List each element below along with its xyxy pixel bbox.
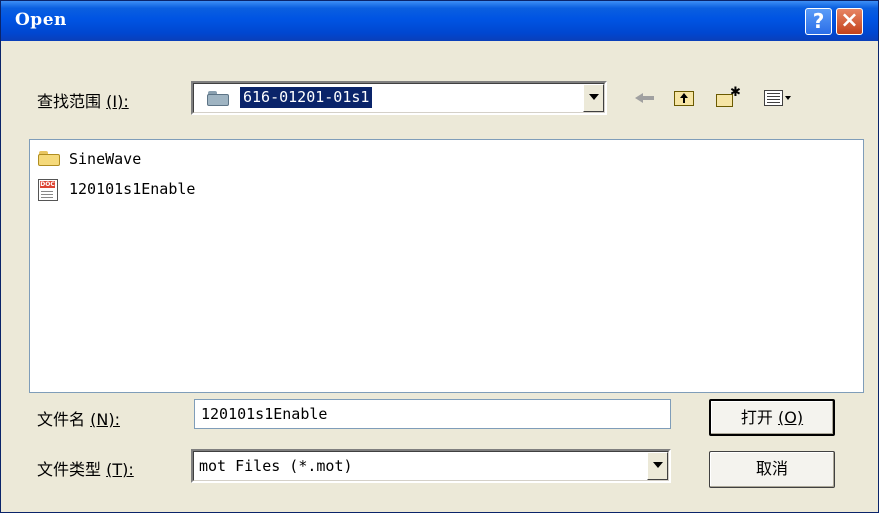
back-arrow-icon[interactable] [635,87,657,109]
doc-icon: DOC [38,179,60,203]
lookin-label: 查找范围 (I): [37,88,129,112]
filename-label: 文件名 (N): [37,406,120,430]
lookin-combo[interactable]: 616-01201-01s1 [191,81,607,115]
filetype-dropdown-button[interactable] [647,452,668,480]
help-button[interactable]: ? [805,8,832,35]
title-bar[interactable]: Open ? × [1,1,878,41]
lookin-folder-icon [207,91,229,106]
file-name: SineWave [69,150,142,168]
lookin-selected-folder: 616-01201-01s1 [240,87,373,108]
filename-input[interactable]: 120101s1Enable [194,399,671,429]
folder-icon [38,151,60,166]
lookin-accel: (I): [106,92,129,111]
list-item-file[interactable]: DOC 120101s1Enable [35,178,275,202]
cancel-button-label: 取消 [755,459,788,478]
filetype-value: mot Files (*.mot) [199,457,353,475]
open-dialog: Open ? × 查找范围 (I): 616-01201-01s1 ✱ Sine… [0,0,879,513]
filename-accel: (N): [90,410,120,429]
open-button-accel: (O) [778,408,804,427]
view-menu-icon[interactable] [763,87,793,109]
window-title: Open [15,10,67,30]
close-button[interactable]: × [836,8,863,35]
filetype-label-text: 文件类型 [37,460,102,479]
lookin-dropdown-button[interactable] [583,84,604,112]
file-name: 120101s1Enable [69,180,196,198]
new-folder-icon[interactable]: ✱ [715,85,741,109]
filetype-select[interactable]: mot Files (*.mot) [191,449,671,483]
list-item-folder[interactable]: SineWave [35,148,275,172]
filetype-label: 文件类型 (T): [37,456,134,480]
open-button[interactable]: 打开 (O) [709,399,835,436]
filename-label-text: 文件名 [37,410,86,429]
filetype-accel: (T): [106,460,134,479]
file-list[interactable]: SineWave DOC 120101s1Enable [29,139,864,393]
lookin-label-text: 查找范围 [37,92,102,111]
cancel-button[interactable]: 取消 [709,451,835,488]
up-folder-icon[interactable] [673,87,695,109]
open-button-label: 打开 [740,408,773,427]
